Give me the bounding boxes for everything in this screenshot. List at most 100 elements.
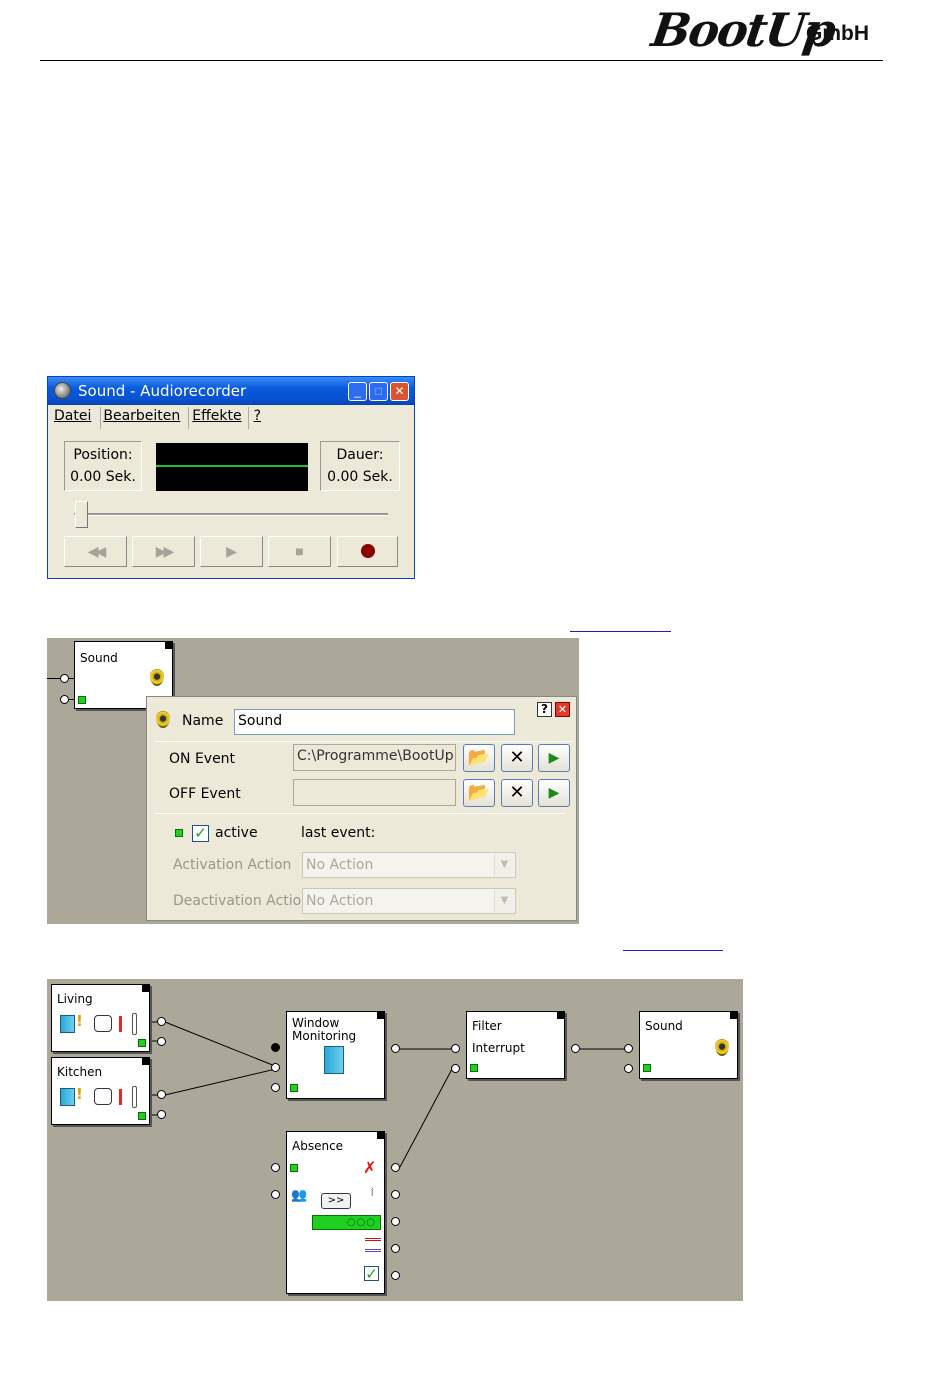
output-port[interactable] <box>157 1110 166 1119</box>
open-folder-icon[interactable]: 📂 <box>463 779 495 807</box>
separator <box>155 813 565 814</box>
minimize-button[interactable]: _ <box>348 382 367 401</box>
output-port[interactable] <box>157 1017 166 1026</box>
fast-forward-button[interactable]: ▶▶ <box>132 536 195 567</box>
close-button[interactable]: ✕ <box>390 382 409 401</box>
audiorecorder-window: Sound - Audiorecorder _ □ ✕ Datei Bearbei… <box>47 376 415 579</box>
activation-action-select[interactable]: No Action ▼ <box>302 852 516 878</box>
output-port[interactable] <box>391 1217 400 1226</box>
on-event-path[interactable]: C:\Programme\BootUp <box>293 744 456 771</box>
separator <box>155 741 573 742</box>
window-icon <box>94 1088 112 1105</box>
enable-checkbox[interactable]: ✓ <box>364 1266 379 1282</box>
wire <box>47 678 61 679</box>
menu-bearbeiten[interactable]: Bearbeiten <box>103 408 180 424</box>
block-corner <box>377 1012 384 1019</box>
play-icon[interactable]: ▶ <box>538 744 570 772</box>
output-port[interactable] <box>391 1244 400 1253</box>
input-port[interactable] <box>271 1083 280 1092</box>
kitchen-block[interactable]: Kitchen ! <box>51 1057 150 1125</box>
window-titlebar[interactable]: Sound - Audiorecorder _ □ ✕ <box>48 377 414 405</box>
play-button[interactable]: ▶ <box>200 536 263 567</box>
position-slider-thumb[interactable] <box>75 501 88 528</box>
deactivation-action-select[interactable]: No Action ▼ <box>302 888 516 914</box>
panel-close-button[interactable]: ✕ <box>555 702 570 717</box>
off-event-path[interactable] <box>293 779 456 806</box>
status-led <box>470 1064 478 1072</box>
living-block[interactable]: Living ! <box>51 984 150 1052</box>
input-port[interactable] <box>271 1043 280 1052</box>
logic-canvas: Living ! Kitchen ! Window Monitoring Fil… <box>47 979 743 1301</box>
deactivation-action-value: No Action <box>306 893 374 909</box>
speaker-icon <box>150 669 164 686</box>
block-corner <box>377 1132 384 1139</box>
menu-effekte[interactable]: Effekte <box>192 408 241 424</box>
last-event-label: last event: <box>301 825 376 841</box>
persons-icon: 👥 <box>291 1188 308 1203</box>
window-title: Sound - Audiorecorder <box>78 382 247 400</box>
input-port[interactable] <box>271 1063 280 1072</box>
clear-icon[interactable]: ✕ <box>501 744 533 772</box>
menu-datei[interactable]: Datei <box>54 408 91 424</box>
blind-icon <box>132 1086 137 1108</box>
duration-box: Dauer: 0.00 Sek. <box>320 441 400 491</box>
hyperlink-underline[interactable] <box>623 950 723 951</box>
input-port[interactable] <box>451 1064 460 1073</box>
play-icon[interactable]: ▶ <box>538 779 570 807</box>
absence-block[interactable]: Absence ✗ 👥 ⦚ >> ○○○ ✓ <box>286 1131 385 1294</box>
input-port[interactable] <box>60 695 69 704</box>
position-value: 0.00 Sek. <box>70 469 136 485</box>
sound-block[interactable]: Sound <box>639 1011 738 1079</box>
active-label: active <box>215 825 258 841</box>
rewind-button[interactable]: ◀◀ <box>64 536 127 567</box>
output-port[interactable] <box>391 1190 400 1199</box>
absence-label: Absence <box>292 1139 344 1153</box>
maximize-button[interactable]: □ <box>369 382 388 401</box>
input-port[interactable] <box>624 1064 633 1073</box>
clear-icon[interactable]: ✕ <box>501 779 533 807</box>
hyperlink-underline[interactable] <box>570 631 671 632</box>
output-port[interactable] <box>391 1163 400 1172</box>
input-port[interactable] <box>451 1044 460 1053</box>
output-port[interactable] <box>157 1090 166 1099</box>
input-port[interactable] <box>271 1190 280 1199</box>
absence-button[interactable]: >> <box>321 1193 351 1209</box>
menu-help[interactable]: ? <box>254 408 261 424</box>
help-button[interactable]: ? <box>537 702 552 717</box>
window-monitoring-label-2: Monitoring <box>292 1029 357 1043</box>
input-port[interactable] <box>60 674 69 683</box>
status-led <box>290 1084 298 1092</box>
block-corner <box>142 1058 149 1065</box>
filter-label: Filter <box>472 1019 502 1033</box>
position-box: Position: 0.00 Sek. <box>64 441 142 491</box>
filter-interrupt-label: Interrupt <box>472 1041 525 1055</box>
deactivation-action-label: Deactivation Action <box>173 893 311 909</box>
name-label: Name <box>182 713 224 729</box>
speaker-icon <box>715 1039 729 1056</box>
sound-block-label: Sound <box>645 1019 683 1033</box>
activation-action-value: No Action <box>306 857 374 873</box>
stop-button[interactable]: ■ <box>268 536 331 567</box>
position-slider-track[interactable] <box>74 513 388 516</box>
output-port[interactable] <box>391 1044 400 1053</box>
filter-block[interactable]: Filter Interrupt <box>466 1011 565 1079</box>
output-port[interactable] <box>157 1037 166 1046</box>
duration-label: Dauer: <box>336 447 384 463</box>
status-led <box>643 1064 651 1072</box>
red-indicator-icon <box>119 1016 122 1032</box>
input-port[interactable] <box>271 1163 280 1172</box>
red-indicator-icon <box>119 1089 122 1105</box>
active-checkbox[interactable]: ✓ <box>192 825 209 842</box>
record-button[interactable] <box>337 536 398 567</box>
window-door-icon <box>60 1015 75 1033</box>
input-port[interactable] <box>624 1044 633 1053</box>
window-monitoring-block[interactable]: Window Monitoring <box>286 1011 385 1099</box>
block-corner <box>557 1012 564 1019</box>
name-input[interactable]: Sound <box>234 709 515 735</box>
duration-value: 0.00 Sek. <box>327 469 393 485</box>
open-folder-icon[interactable]: 📂 <box>463 744 495 772</box>
status-led <box>175 829 183 837</box>
output-port[interactable] <box>571 1044 580 1053</box>
output-port[interactable] <box>391 1271 400 1280</box>
menu-separator <box>188 407 189 429</box>
